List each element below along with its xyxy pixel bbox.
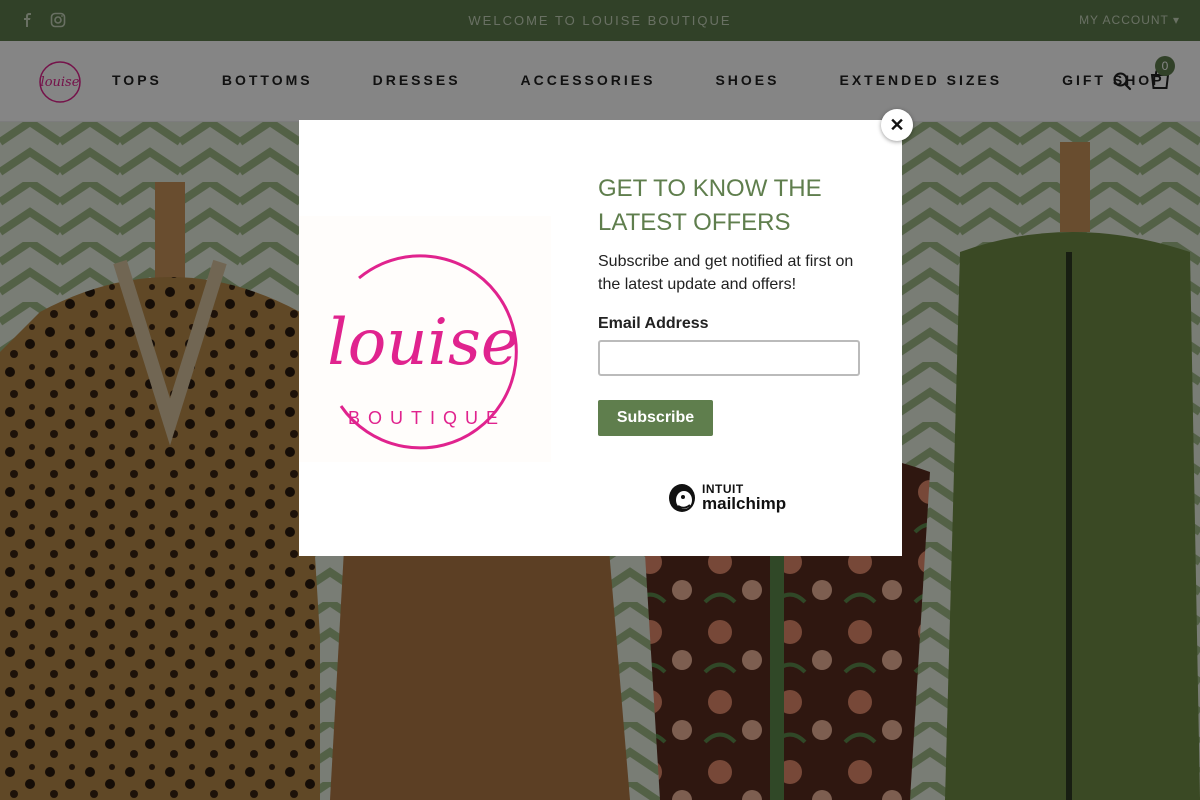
subscribe-button[interactable]: Subscribe <box>598 400 713 436</box>
popup-logo-script: louise <box>327 306 518 380</box>
mailchimp-intuit-text: INTUIT <box>702 481 744 496</box>
mailchimp-text: mailchimp <box>702 493 787 513</box>
mailchimp-badge[interactable]: INTUIT mailchimp <box>666 480 786 514</box>
close-popup-button[interactable]: ✕ <box>881 109 913 141</box>
popup-logo-subtitle: BOUTIQUE <box>348 408 506 428</box>
email-label: Email Address <box>598 315 709 332</box>
mailchimp-logo-icon <box>669 484 695 512</box>
email-field[interactable] <box>598 340 860 376</box>
popup-heading: GET TO KNOW THE LATEST OFFERS <box>598 175 822 236</box>
popup-logo: louise BOUTIQUE <box>299 216 551 462</box>
popup-description: Subscribe and get notified at first on t… <box>598 253 854 293</box>
newsletter-popup: louise BOUTIQUE GET TO KNOW THE LATEST O… <box>299 120 902 556</box>
